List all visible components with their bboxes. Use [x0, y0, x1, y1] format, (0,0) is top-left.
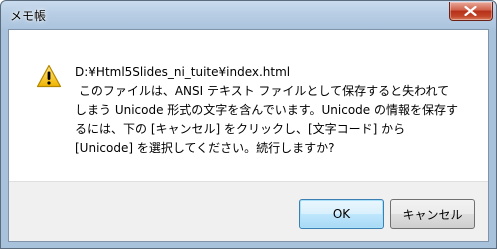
dialog-client-area: D:¥Html5Slides_ni_tuite¥index.html このファイ…: [8, 29, 489, 242]
close-icon: [464, 6, 477, 16]
button-bar: OK キャンセル: [9, 181, 488, 241]
message-line: [Unicode] を選択してください。続行しますか?: [75, 141, 335, 155]
message-line: るには、下の [キャンセル] をクリックし、[文字コード] から: [75, 122, 406, 136]
message-area: D:¥Html5Slides_ni_tuite¥index.html このファイ…: [9, 30, 488, 181]
message-box-window: メモ帳 D:¥Html5Slides_ni_tuite¥index.html こ…: [0, 0, 497, 249]
window-title: メモ帳: [10, 9, 47, 23]
close-button[interactable]: [449, 2, 493, 21]
cancel-button[interactable]: キャンセル: [390, 199, 475, 229]
ok-button[interactable]: OK: [299, 199, 384, 229]
message-line: D:¥Html5Slides_ni_tuite¥index.html: [75, 65, 291, 79]
warning-icon: [36, 64, 62, 88]
message-line: このファイルは、ANSI テキスト ファイルとして保存すると失われて: [75, 84, 450, 98]
message-line: しまう Unicode 形式の文字を含んでいます。Unicode の情報を保存す: [75, 103, 458, 117]
message-text: D:¥Html5Slides_ni_tuite¥index.html このファイ…: [75, 63, 475, 158]
title-bar[interactable]: メモ帳: [1, 1, 496, 29]
